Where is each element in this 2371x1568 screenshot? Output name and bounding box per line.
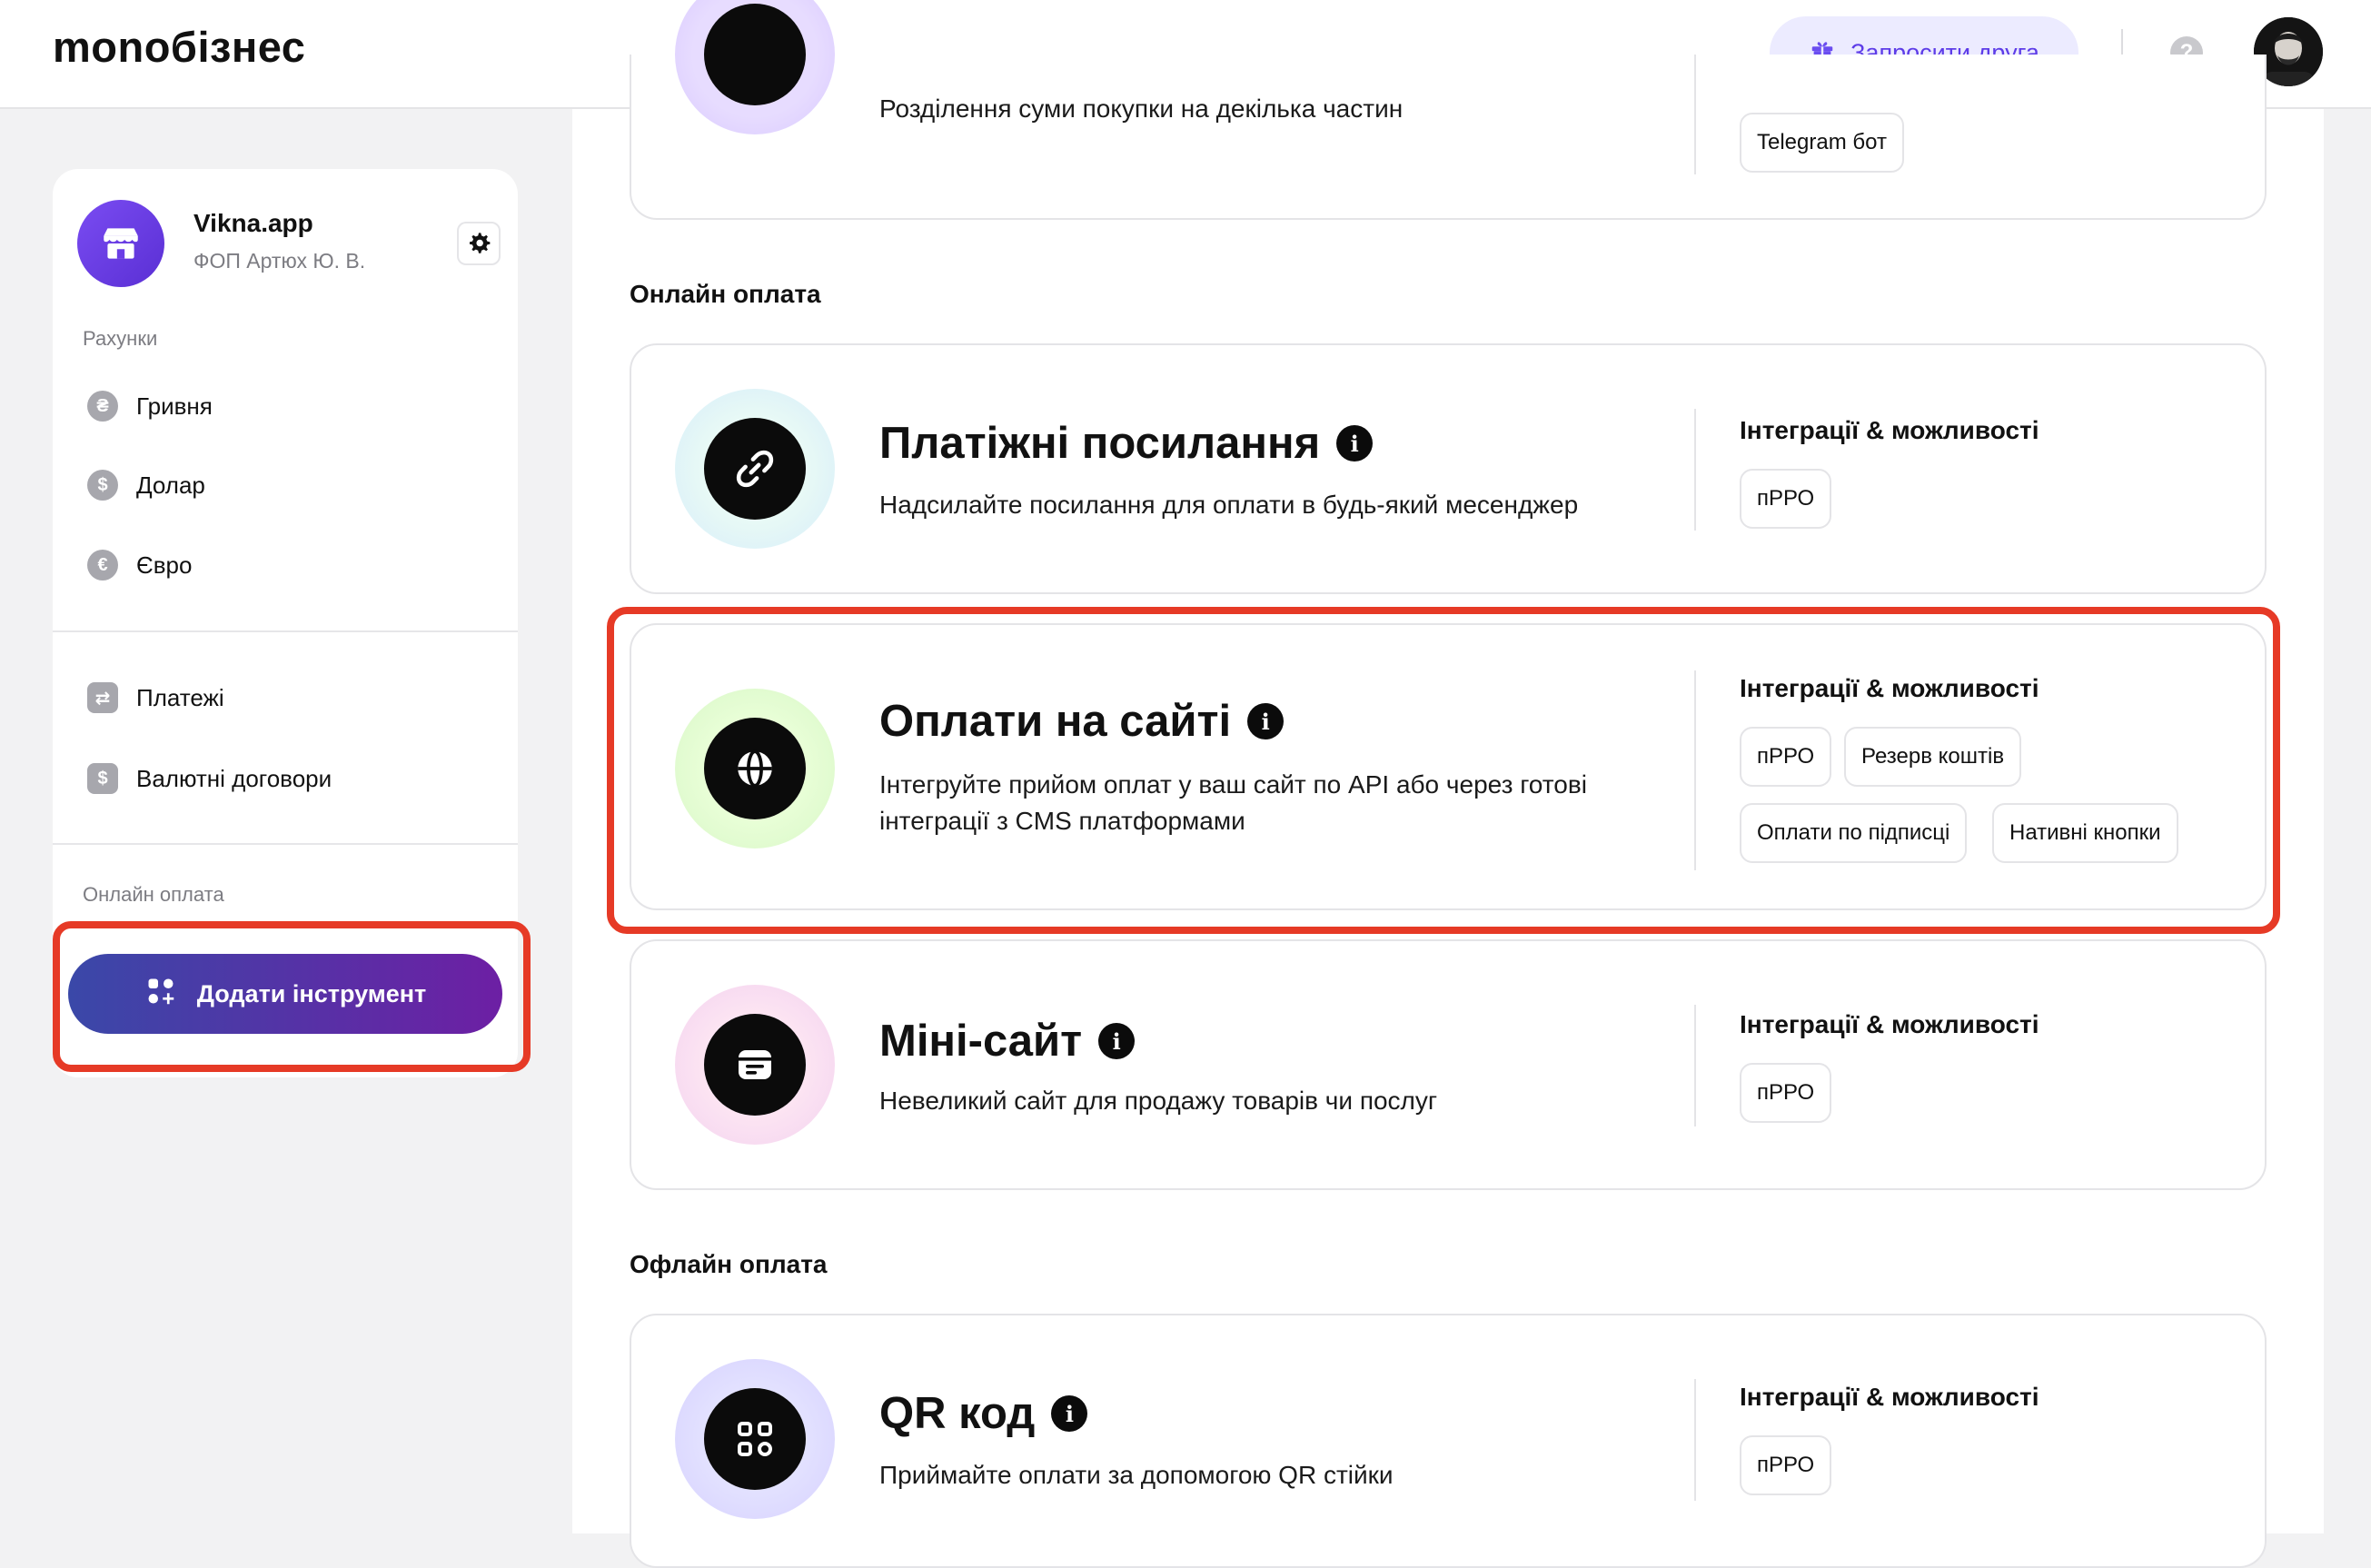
account-name: Vikna.app	[193, 209, 313, 237]
sidebar-item-usd[interactable]: $ Долар	[87, 462, 205, 508]
transfer-icon: ⇄	[87, 682, 118, 713]
card-description: Розділення суми покупки на декілька част…	[879, 94, 1404, 123]
hryvnia-icon: ₴	[87, 391, 118, 422]
info-icon[interactable]: i	[1051, 1395, 1088, 1432]
card-title: QR код	[879, 1389, 1036, 1438]
minisite-icon-halo	[675, 985, 835, 1145]
integrations-label: Інтеграції & можливості	[1740, 416, 2039, 444]
euro-icon: €	[87, 550, 118, 581]
integrations-label: Інтеграції & можливості	[1740, 1010, 2039, 1038]
card-description: Невеликий сайт для продажу товарів чи по…	[879, 1087, 1438, 1115]
store-icon[interactable]	[77, 200, 164, 287]
sidebar-item-label: Євро	[136, 551, 193, 579]
contract-icon: $	[87, 763, 118, 794]
split-icon-halo	[675, 0, 835, 134]
split-payment-card[interactable]: Розділення суми покупки на декілька част…	[630, 0, 2267, 220]
accounts-heading: Рахунки	[83, 327, 158, 350]
sidebar-item-payments[interactable]: ⇄ Платежі	[87, 675, 224, 720]
online-payment-heading: Онлайн оплата	[83, 883, 224, 906]
tag-prro: пРРО	[1740, 469, 1832, 529]
payment-links-card[interactable]: Платіжні посилання i Надсилайте посиланн…	[630, 343, 2267, 594]
sidebar-item-label: Гривня	[136, 392, 213, 420]
sidebar-item-uah[interactable]: ₴ Гривня	[87, 383, 213, 429]
split-icon	[704, 4, 806, 105]
mini-site-card[interactable]: Міні-сайт i Невеликий сайт для продажу т…	[630, 939, 2267, 1190]
tag-prro: пРРО	[1740, 1063, 1832, 1123]
card-divider	[1694, 1379, 1696, 1501]
integrations-label: Інтеграції & можливості	[1740, 1383, 2039, 1411]
gear-icon[interactable]	[457, 222, 501, 265]
tag-telegram-bot: Telegram бот	[1740, 113, 1904, 173]
card-description: Приймайте оплати за допомогою QR стійки	[879, 1461, 1394, 1489]
minisite-icon	[704, 1014, 806, 1116]
card-title: Міні-сайт	[879, 1017, 1083, 1066]
info-icon[interactable]: i	[1336, 425, 1374, 461]
account-owner: ФОП Артюх Ю. В.	[193, 249, 366, 273]
card-divider	[1694, 55, 1696, 174]
qr-code-card[interactable]: QR код i Приймайте оплати за допомогою Q…	[630, 1314, 2267, 1568]
info-icon[interactable]: i	[1098, 1023, 1136, 1059]
sidebar-item-currency-contracts[interactable]: $ Валютні договори	[87, 756, 332, 801]
sidebar-divider	[53, 630, 518, 632]
card-description: Надсилайте посилання для оплати в будь-я…	[879, 491, 1579, 519]
highlight-frame-website-payments	[607, 607, 2280, 934]
qr-icon	[704, 1388, 806, 1490]
sidebar-item-label: Долар	[136, 471, 205, 499]
section-offline-payment: Офлайн оплата	[630, 1250, 828, 1278]
section-online-payment: Онлайн оплата	[630, 280, 821, 308]
sidebar-item-label: Платежі	[136, 683, 224, 711]
card-title: Платіжні посилання	[879, 419, 1321, 468]
sidebar-item-eur[interactable]: € Євро	[87, 542, 192, 588]
dollar-icon: $	[87, 470, 118, 501]
highlight-frame-add-tool	[53, 921, 531, 1072]
logo[interactable]: monoбізнес	[53, 22, 305, 72]
link-icon-halo	[675, 389, 835, 549]
tag-prro: пРРО	[1740, 1435, 1832, 1495]
qr-icon-halo	[675, 1359, 835, 1519]
link-icon	[704, 418, 806, 520]
sidebar-item-label: Валютні договори	[136, 764, 332, 792]
card-divider	[1694, 1005, 1696, 1126]
sidebar-divider	[53, 843, 518, 845]
card-divider	[1694, 409, 1696, 531]
